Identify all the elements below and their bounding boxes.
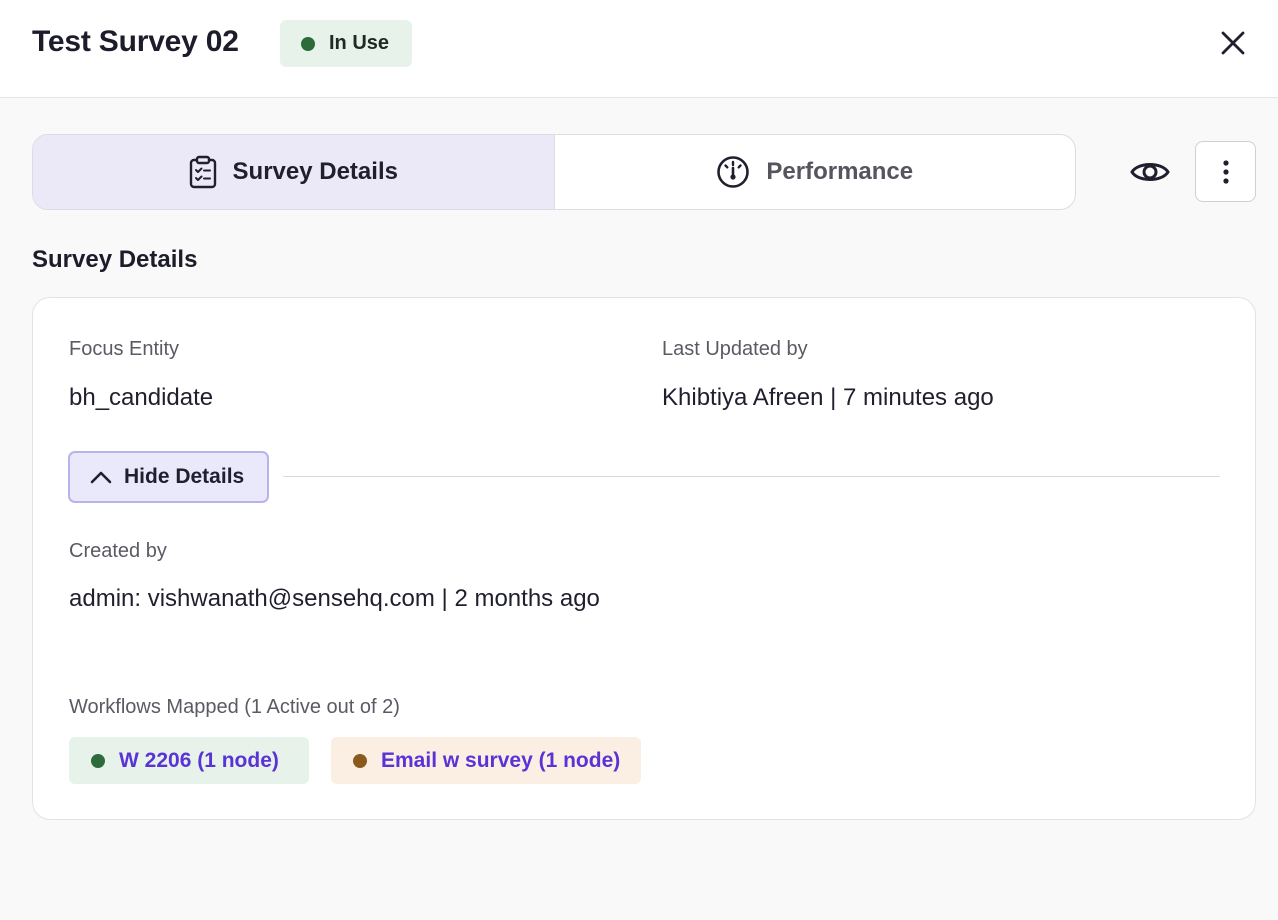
- status-dot: [353, 753, 367, 768]
- tab-label: Performance: [766, 158, 914, 185]
- header-bar: Test Survey 02 In Use: [0, 0, 1278, 98]
- clipboard-checklist-icon: [189, 155, 216, 189]
- created-by-label: Created by: [69, 540, 167, 562]
- tab-performance[interactable]: Performance: [555, 135, 1076, 209]
- workflow-chip-label: Email w survey (1 node): [381, 748, 621, 772]
- section-title: Survey Details: [32, 246, 198, 273]
- details-card: Focus Entity bh_candidate Last Updated b…: [32, 297, 1256, 820]
- eye-icon: [1130, 163, 1170, 181]
- focus-entity-value: bh_candidate: [69, 384, 214, 411]
- focus-entity-label: Focus Entity: [69, 338, 180, 360]
- status-dot: [301, 36, 315, 51]
- status-label: In Use: [329, 32, 390, 54]
- status-badge: In Use: [280, 20, 412, 67]
- last-updated-label: Last Updated by: [662, 338, 808, 360]
- close-button[interactable]: [1214, 24, 1252, 62]
- status-dot: [91, 753, 105, 768]
- divider: [283, 476, 1220, 477]
- vertical-dots-icon: [1222, 159, 1229, 184]
- close-icon: [1221, 31, 1245, 55]
- last-updated-value: Khibtiya Afreen | 7 minutes ago: [662, 384, 994, 411]
- tab-bar: Survey Details Performance: [32, 134, 1076, 210]
- workflows-label: Workflows Mapped (1 Active out of 2): [69, 696, 400, 718]
- more-options-button[interactable]: [1195, 141, 1256, 202]
- page-title: Test Survey 02: [32, 25, 239, 58]
- workflow-chip-label: W 2206 (1 node): [119, 748, 279, 772]
- tab-survey-details[interactable]: Survey Details: [33, 135, 555, 209]
- gauge-icon: [717, 156, 750, 188]
- chevron-up-icon: [90, 471, 112, 484]
- hide-details-button[interactable]: Hide Details: [68, 451, 269, 503]
- tab-label: Survey Details: [232, 158, 398, 185]
- created-by-value: admin: vishwanath@sensehq.com | 2 months…: [69, 585, 600, 612]
- preview-button[interactable]: [1128, 148, 1172, 196]
- workflow-chip-w2206[interactable]: W 2206 (1 node): [69, 737, 309, 784]
- workflow-chip-email-survey[interactable]: Email w survey (1 node): [331, 737, 641, 784]
- hide-details-label: Hide Details: [124, 465, 245, 488]
